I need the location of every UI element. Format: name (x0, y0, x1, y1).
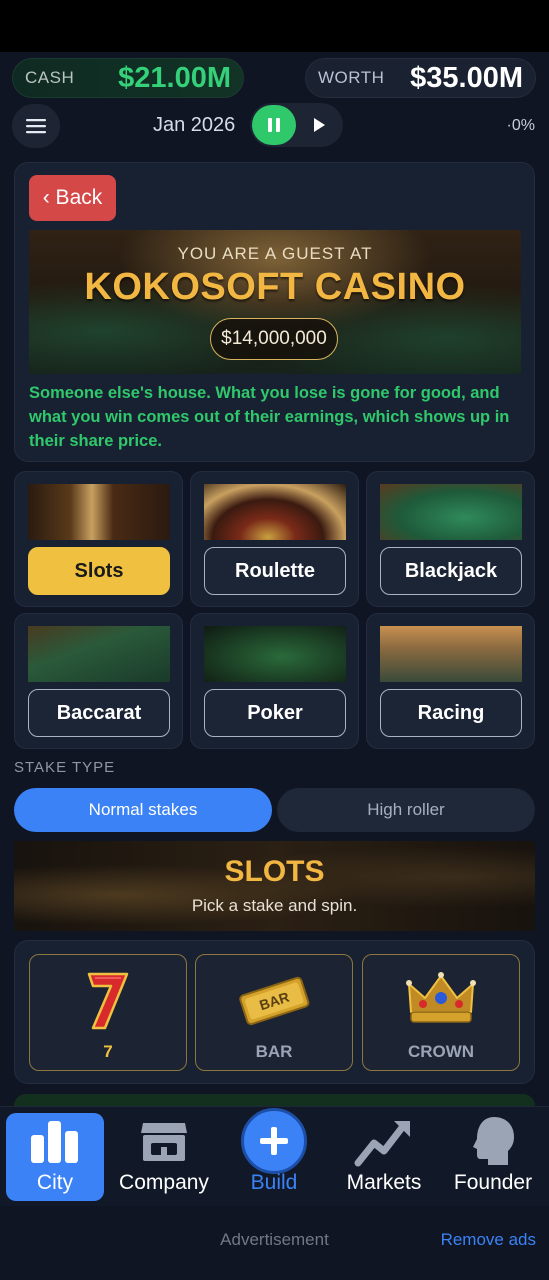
casino-panel: ‹ Back YOU ARE A GUEST AT KOKOSOFT CASIN… (14, 162, 535, 462)
storefront-icon (139, 1113, 189, 1169)
racing-thumbnail (380, 626, 522, 682)
game-button-poker[interactable]: Poker (204, 689, 346, 737)
casino-hero-image: YOU ARE A GUEST AT KOKOSOFT CASINO $14,0… (29, 230, 521, 374)
slots-thumbnail (28, 484, 170, 540)
worth-value: $35.00M (410, 61, 523, 94)
slot-reels: 7 BAR BAR CROWN (14, 940, 535, 1084)
person-head-icon (468, 1113, 518, 1169)
cash-label: CASH (25, 68, 75, 87)
slots-subtitle: Pick a stake and spin. (191, 896, 358, 915)
casino-bankroll: $14,000,000 (210, 318, 338, 360)
cash-value: $21.00M (118, 61, 231, 94)
stake-type-label: STAKE TYPE (14, 759, 116, 776)
stake-normal-button[interactable]: Normal stakes (14, 788, 272, 832)
game-card-blackjack: Blackjack (366, 471, 535, 607)
game-card-baccarat: Baccarat (14, 613, 183, 749)
growth-rate: ·0% (506, 117, 535, 134)
bottom-nav: City Company Build Markets Founder (0, 1106, 549, 1206)
reel-1-label: 7 (103, 1042, 113, 1061)
game-card-racing: Racing (366, 613, 535, 749)
bar-icon: BAR (196, 965, 352, 1035)
remove-ads-link[interactable]: Remove ads (441, 1230, 536, 1250)
nav-item-city[interactable]: City (6, 1113, 104, 1201)
nav-item-build[interactable]: Build (224, 1108, 324, 1201)
nav-item-founder[interactable]: Founder (443, 1113, 543, 1201)
nav-item-company[interactable]: Company (114, 1113, 214, 1201)
game-card-slots: Slots (14, 471, 183, 607)
hamburger-icon (26, 119, 46, 134)
cash-pill: CASH $21.00M (12, 58, 244, 98)
game-button-slots[interactable]: Slots (28, 547, 170, 595)
city-icon (29, 1113, 81, 1169)
pause-button[interactable] (252, 105, 296, 145)
trend-up-icon (354, 1113, 414, 1169)
plus-icon (241, 1108, 307, 1174)
game-button-blackjack[interactable]: Blackjack (380, 547, 522, 595)
nav-company-label: Company (119, 1171, 209, 1194)
game-date: Jan 2026 (153, 114, 236, 136)
top-header: CASH $21.00M WORTH $35.00M Jan 2026 ·0% (0, 52, 549, 152)
reel-3: CROWN (362, 954, 520, 1071)
nav-markets-label: Markets (346, 1171, 422, 1194)
build-button-wrap (241, 1108, 307, 1174)
crown-icon (363, 965, 519, 1035)
nav-city-label: City (36, 1171, 74, 1194)
ad-bar: Advertisement Remove ads (0, 1206, 549, 1280)
reel-3-label: CROWN (407, 1042, 475, 1061)
game-card-poker: Poker (190, 613, 359, 749)
nav-build-label: Build (250, 1171, 298, 1194)
reel-2-label: BAR (255, 1042, 293, 1061)
nav-founder-label: Founder (453, 1171, 533, 1194)
play-icon (314, 118, 325, 132)
status-bar (0, 0, 549, 52)
stake-high-roller-button[interactable]: High roller (277, 788, 535, 832)
menu-button[interactable] (12, 104, 60, 148)
roulette-thumbnail (204, 484, 346, 540)
game-card-roulette: Roulette (190, 471, 359, 607)
game-button-baccarat[interactable]: Baccarat (28, 689, 170, 737)
reel-2: BAR BAR (195, 954, 353, 1071)
blackjack-thumbnail (380, 484, 522, 540)
worth-pill: WORTH $35.00M (305, 58, 536, 98)
reel-1: 7 (29, 954, 187, 1071)
time-controls (250, 103, 343, 147)
play-button[interactable] (304, 105, 334, 145)
game-button-roulette[interactable]: Roulette (204, 547, 346, 595)
poker-thumbnail (204, 626, 346, 682)
slots-banner: SLOTS Pick a stake and spin. (14, 841, 535, 931)
back-button[interactable]: ‹ Back (29, 175, 116, 221)
casino-note: Someone else's house. What you lose is g… (29, 384, 510, 450)
casino-name: KOKOSOFT CASINO (84, 266, 466, 308)
seven-icon (30, 965, 186, 1035)
slots-title: SLOTS (224, 855, 325, 888)
baccarat-thumbnail (28, 626, 170, 682)
pause-icon (268, 118, 280, 132)
worth-label: WORTH (318, 68, 385, 87)
guest-line: YOU ARE A GUEST AT (177, 244, 373, 263)
game-button-racing[interactable]: Racing (380, 689, 522, 737)
spin-area-edge (14, 1094, 535, 1106)
nav-item-markets[interactable]: Markets (334, 1113, 434, 1201)
